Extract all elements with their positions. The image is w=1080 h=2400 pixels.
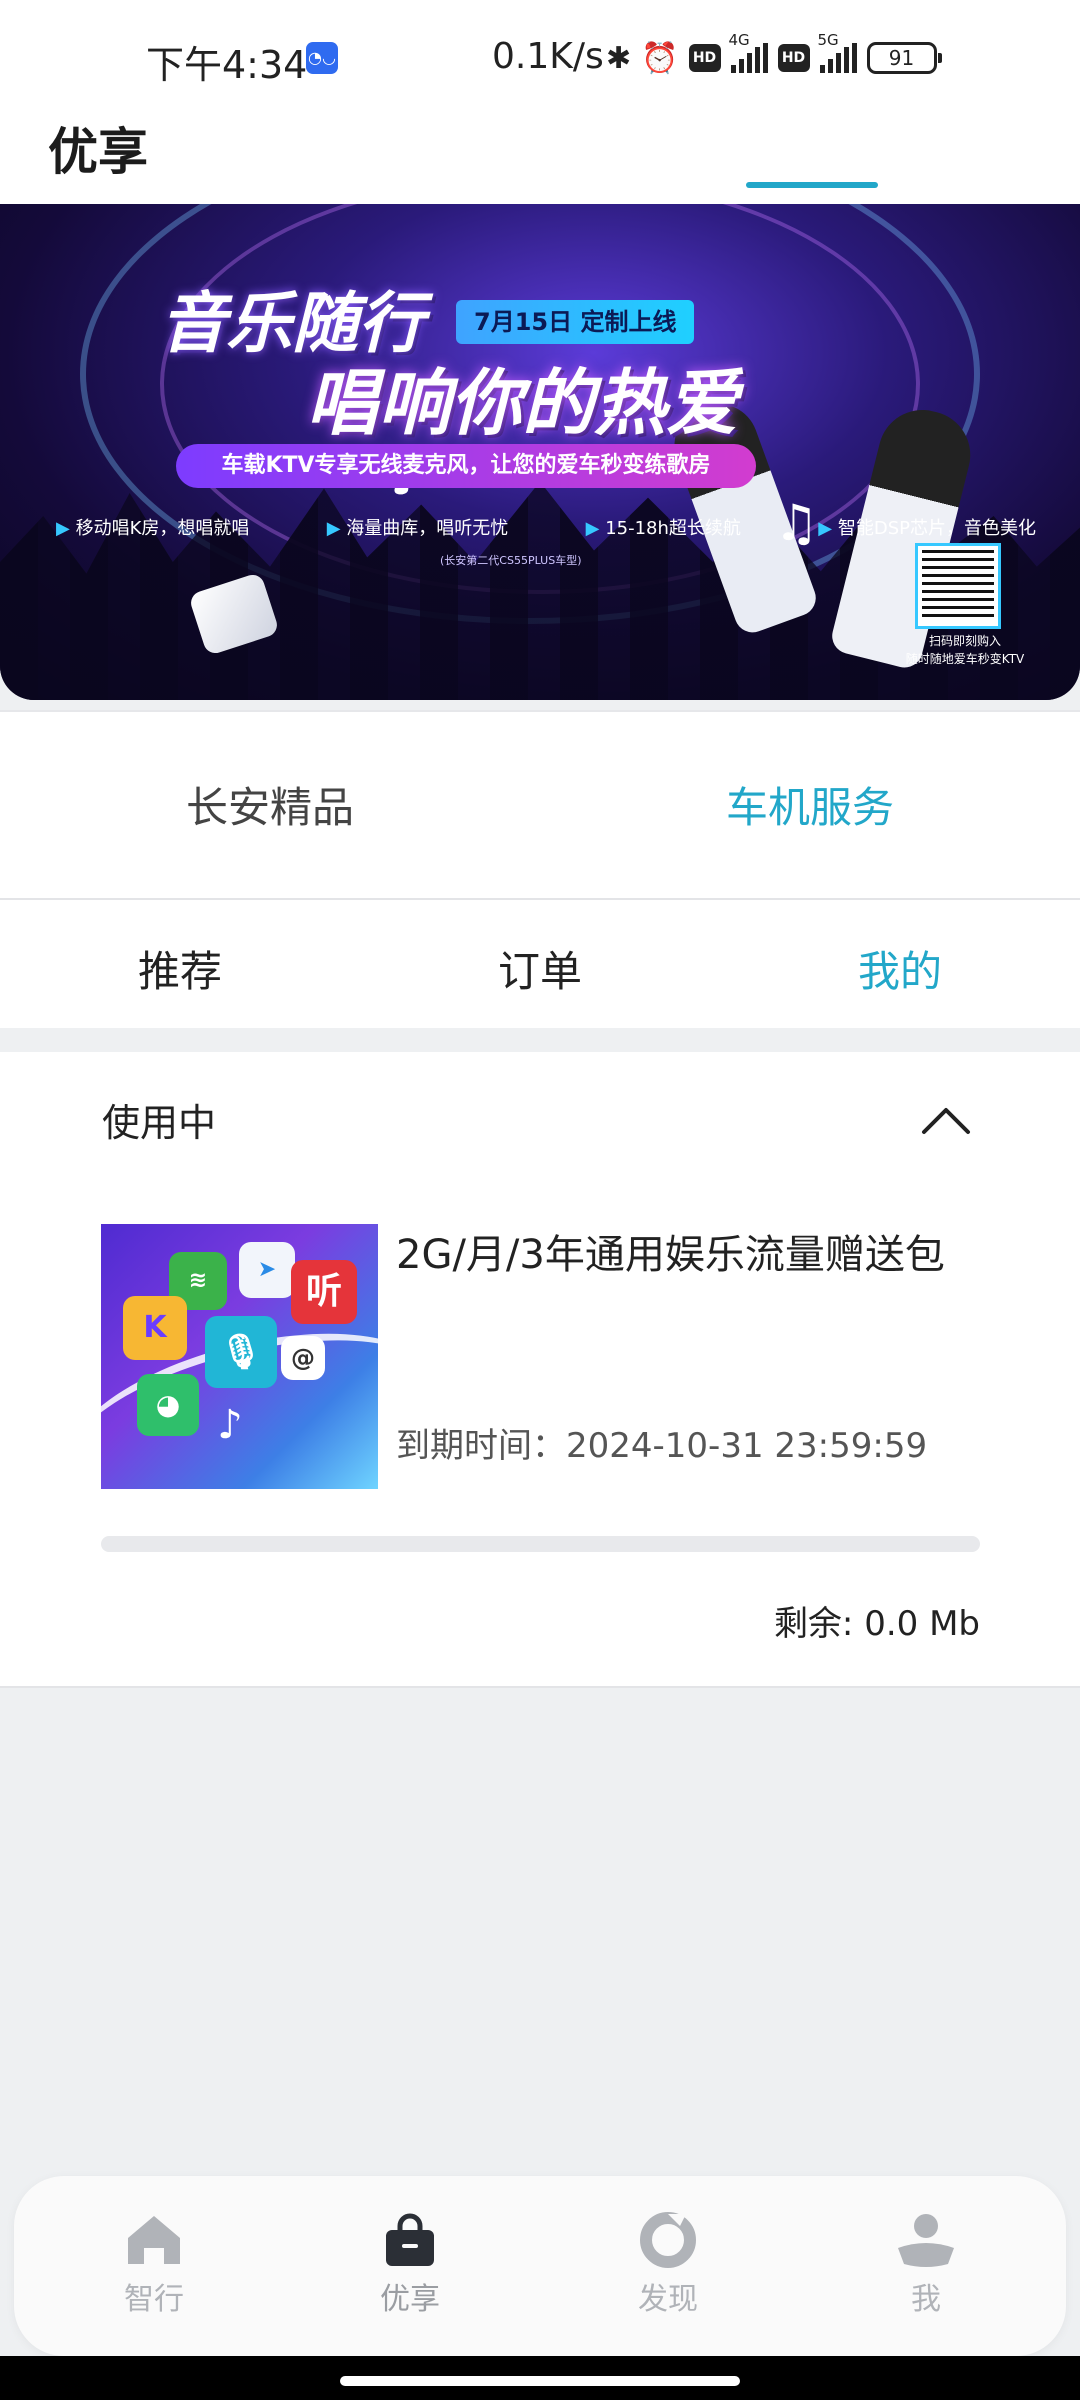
nav-item-youxiang[interactable]: 优享	[350, 2210, 470, 2318]
section-title-in-use: 使用中	[102, 1101, 217, 1145]
banner-features: 移动唱K房，想唱就唱 海量曲库，唱听无忧 15-18h超长续航 智能DSP芯片，…	[56, 514, 1036, 540]
qr-code-image	[915, 543, 1001, 629]
promo-banner[interactable]: ♪ ♫ 音乐随行 7月15日 定制上线 唱响你的热爱 车载KTV专享无线麦克风，…	[0, 204, 1080, 700]
bag-icon	[386, 2213, 434, 2266]
banner-title-line2: 唱响你的热爱	[306, 361, 739, 445]
subtab-recommend[interactable]: 推荐	[138, 938, 222, 999]
app-notification-icon: ◔◡	[306, 42, 338, 74]
banner-feature: 海量曲库，唱听无忧	[327, 514, 508, 540]
home-icon	[128, 2216, 180, 2264]
banner-note: (长安第二代CS55PLUS车型)	[440, 554, 582, 567]
signal-4g-icon: 4G	[729, 31, 768, 73]
music-note-icon: ♪	[217, 1402, 243, 1448]
expiry-value: 2024-10-31 23:59:59	[566, 1426, 928, 1466]
signal-5g-tag: 5G	[817, 31, 839, 49]
microphone-icon: 🎙	[205, 1316, 277, 1388]
expiry-label: 到期时间：	[396, 1426, 566, 1466]
expiry-time: 到期时间：2024-10-31 23:59:59	[396, 1418, 927, 1467]
discover-icon	[640, 2212, 696, 2268]
main-tabs: 长安精品 车机服务	[0, 710, 1080, 900]
banner-date-badge: 7月15日 定制上线	[456, 300, 695, 344]
in-use-card: 使用中 ≋ ➤ 听 K 🎙 ◕ @ ♪ 2G/月/3年通用娱乐流量赠送包 到期时…	[0, 1052, 1080, 1688]
banner-feature: 15-18h超长续航	[586, 514, 741, 540]
banner-feature: 智能DSP芯片，音色美化	[818, 514, 1036, 540]
nav-label-faxian: 发现	[638, 2282, 698, 2317]
robot-icon: ◕	[137, 1374, 199, 1436]
app-header	[0, 100, 1080, 204]
bluetooth-icon: ✱	[606, 40, 632, 76]
subtab-mine[interactable]: 我的	[858, 938, 942, 999]
tab-changan-boutique[interactable]: 长安精品	[186, 774, 354, 835]
tab-vehicle-services[interactable]: 车机服务	[726, 774, 894, 835]
system-gesture-area	[0, 2356, 1080, 2400]
hd-badge-1: HD	[688, 44, 721, 72]
sub-tabs: 推荐 订单 我的	[0, 900, 1080, 1028]
at-icon: @	[281, 1336, 325, 1380]
nav-item-me[interactable]: 我	[866, 2210, 986, 2318]
battery-icon: 91	[866, 42, 942, 74]
hd-badge-2: HD	[777, 44, 810, 72]
qr-caption: 扫码即刻购入 随时随地爱车秒变KTV	[880, 632, 1050, 668]
nav-item-faxian[interactable]: 发现	[608, 2210, 728, 2318]
nav-label-zhixing: 智行	[124, 2282, 184, 2317]
alarm-icon: ⏰	[641, 40, 679, 76]
listen-app-icon: 听	[291, 1260, 357, 1324]
signal-4g-tag: 4G	[728, 31, 750, 49]
nav-item-zhixing[interactable]: 智行	[94, 2210, 214, 2318]
bottom-navigation: 智行 优享 发现 我	[14, 2176, 1066, 2356]
chevron-up-icon[interactable]	[920, 1096, 972, 1148]
k-app-icon: K	[123, 1296, 187, 1360]
status-icons: ✱ ⏰ HD 4G HD 5G 91	[606, 31, 942, 80]
subtab-orders[interactable]: 订单	[498, 938, 582, 999]
nav-label-youxiang: 优享	[380, 2282, 440, 2317]
status-bar: 下午4:34 ◔◡ 0.1K/s ✱ ⏰ HD 4G HD 5G 91	[0, 0, 1080, 100]
banner-feature: 移动唱K房，想唱就唱	[56, 514, 250, 540]
qr-caption-line2: 随时随地爱车秒变KTV	[905, 652, 1025, 666]
network-speed: 0.1K/s	[492, 36, 604, 77]
product-name[interactable]: 2G/月/3年通用娱乐流量赠送包	[396, 1222, 945, 1280]
status-time: 下午4:34	[146, 43, 308, 87]
remaining-data: 剩余: 0.0 Mb	[773, 1604, 980, 1644]
signal-5g-icon: 5G	[818, 31, 857, 73]
data-usage-progress-bar	[101, 1536, 980, 1552]
page-title: 优享	[48, 123, 148, 181]
home-gesture-handle[interactable]	[340, 2376, 740, 2386]
banner-slogan: 车载KTV专享无线麦克风，让您的爱车秒变练歌房	[176, 444, 756, 488]
product-thumbnail[interactable]: ≋ ➤ 听 K 🎙 ◕ @ ♪	[101, 1224, 378, 1489]
tab-active-indicator	[746, 182, 878, 188]
nav-label-me: 我	[911, 2282, 941, 2317]
person-icon	[898, 2214, 954, 2267]
send-icon: ➤	[239, 1242, 295, 1298]
qr-caption-line1: 扫码即刻购入	[928, 634, 1001, 648]
